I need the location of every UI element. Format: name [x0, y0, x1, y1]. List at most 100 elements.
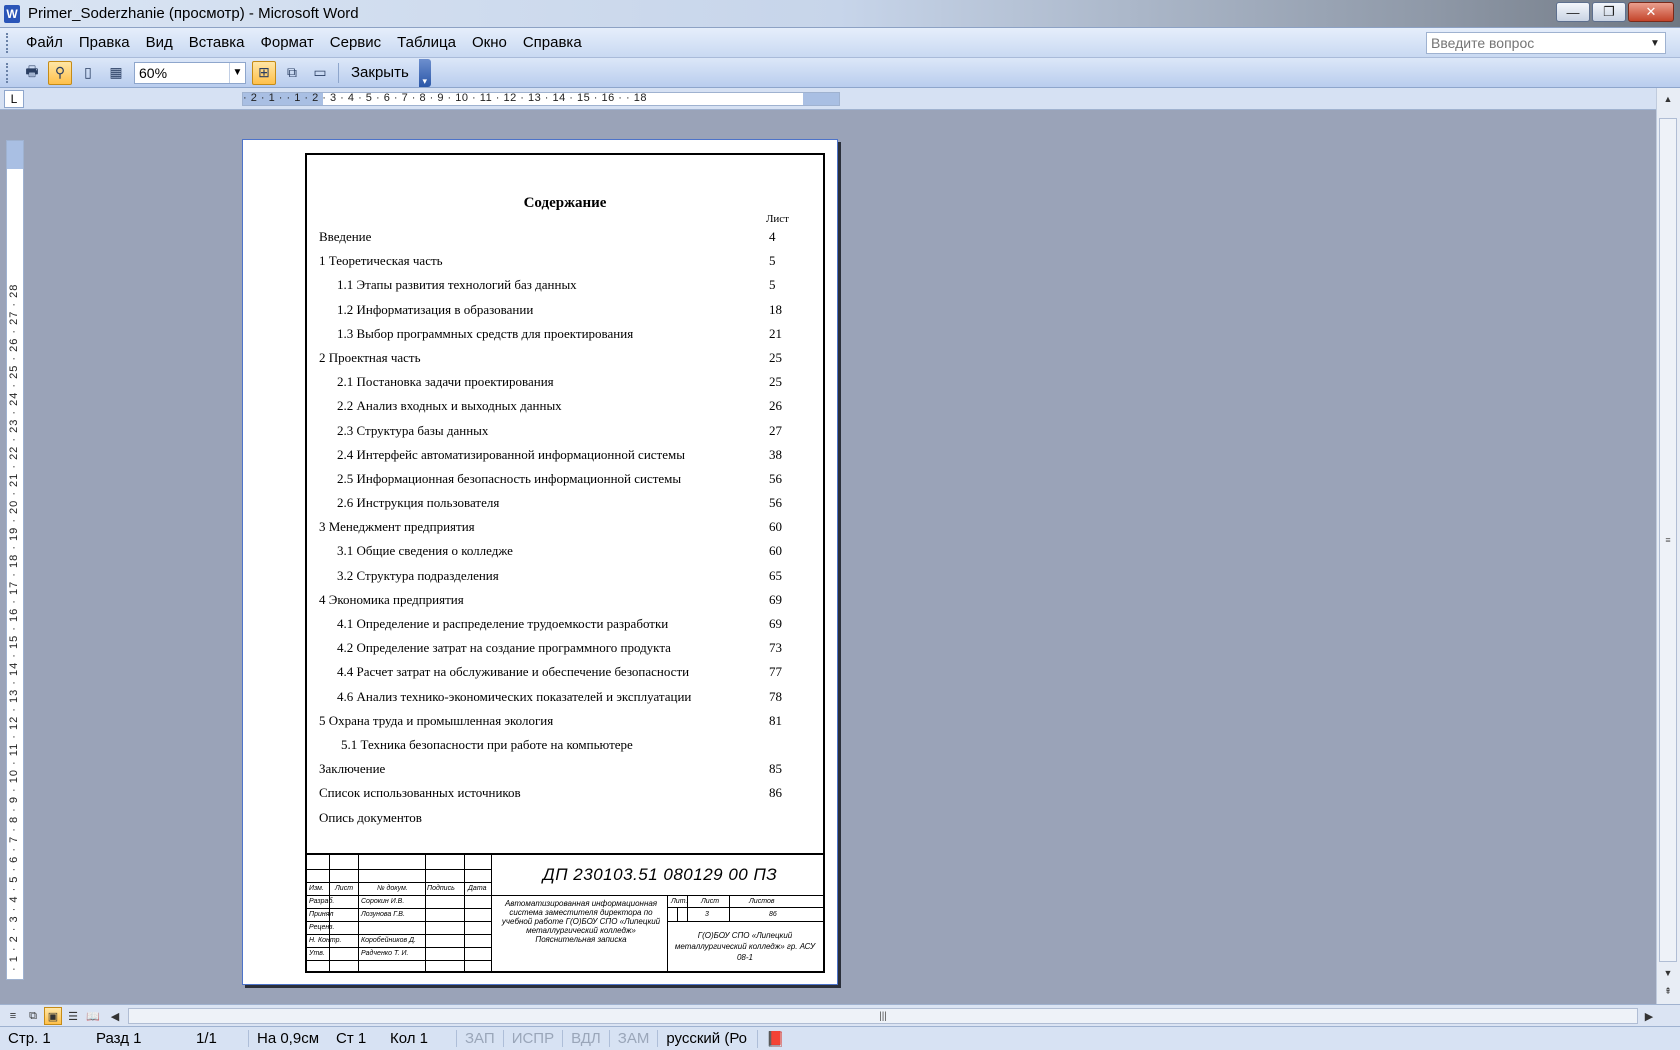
shrink-to-fit-icon[interactable]: ⧉ — [280, 61, 304, 85]
toc-entry: Опись документов — [319, 808, 799, 832]
toc-entry-title: 5 Охрана труда и промышленная экология — [319, 712, 554, 728]
word-icon: W — [4, 4, 20, 23]
toc-entry: Заключение 85 — [319, 759, 799, 783]
status-pages: 1/1 — [196, 1030, 217, 1047]
menu-help[interactable]: Справка — [515, 34, 590, 51]
toc-entry: 1.3 Выбор программных средств для проект… — [319, 324, 799, 348]
toc-entry-page: 27 — [769, 422, 782, 438]
help-search-input[interactable] — [1427, 35, 1647, 51]
toc-entry: 2.2 Анализ входных и выходных данных 26 — [319, 396, 799, 420]
toc-entry-page: 69 — [769, 591, 782, 607]
full-screen-icon[interactable]: ▭ — [308, 61, 332, 85]
menu-view[interactable]: Вид — [138, 34, 181, 51]
zoom-select[interactable]: 60% ▼ — [134, 61, 246, 84]
stamp-nkontr: Н. Контр. — [309, 937, 342, 944]
toc-entry-title: 4 Экономика предприятия — [319, 591, 464, 607]
stamp-lit: Лит. — [671, 898, 688, 905]
toc-entry: 1.1 Этапы развития технологий баз данных… — [319, 275, 799, 299]
close-preview-button[interactable]: Закрыть — [343, 61, 417, 85]
stamp-utv: Утв. — [309, 950, 325, 957]
toc-entry-page: 65 — [769, 567, 782, 583]
scroll-up-icon[interactable]: ▲ — [1659, 90, 1677, 108]
toc-entry: 4.2 Определение затрат на создание прогр… — [319, 638, 799, 662]
view-ruler-icon[interactable]: ⊞ — [252, 60, 276, 85]
toc-entry-page: 73 — [769, 640, 782, 656]
toc-entry-title: 1.2 Информатизация в образовании — [337, 301, 534, 317]
document-code: ДП 230103.51 080129 00 ПЗ — [542, 865, 778, 884]
toc-entry-page: 86 — [769, 785, 782, 801]
toc-entry: 5.1 Техника безопасности при работе на к… — [319, 735, 799, 759]
toc-entry: 4.1 Определение и распределение трудоемк… — [319, 614, 799, 638]
toc-entry-title: 4.6 Анализ технико-экономических показат… — [337, 688, 692, 704]
stamp-sheet-value: 3 — [705, 911, 709, 918]
stamp-date: Дата — [468, 885, 487, 892]
menu-file[interactable]: Файл — [18, 34, 71, 51]
menu-table[interactable]: Таблица — [389, 34, 464, 51]
toc-entry: 2.4 Интерфейс автоматизированной информа… — [319, 445, 799, 469]
tab-selector[interactable]: L — [4, 90, 24, 108]
menu-edit[interactable]: Правка — [71, 34, 138, 51]
toc-entry-page: 60 — [769, 519, 782, 535]
menu-tools[interactable]: Сервис — [322, 34, 389, 51]
print-layout-icon[interactable]: ▣ — [44, 1007, 62, 1025]
vertical-ruler[interactable]: · 1 · 2 · 3 · 4 · 5 · 6 · 7 · 8 · 9 · 10… — [6, 140, 24, 980]
status-language[interactable]: русский (Ро — [657, 1030, 757, 1047]
document-page[interactable]: Содержание Лист Введение 4 1 Теоретическая… — [242, 139, 838, 985]
status-record[interactable]: ЗАП — [456, 1030, 503, 1047]
spelling-status-icon[interactable]: 📕 — [757, 1029, 817, 1048]
window-title: Primer_Soderzhanie (просмотр) - Microsof… — [28, 5, 359, 22]
status-track-changes[interactable]: ИСПР — [502, 1030, 562, 1047]
vertical-scroll-thumb[interactable]: ≡ — [1659, 118, 1677, 962]
horizontal-scroll-thumb[interactable]: ||| — [128, 1008, 1638, 1024]
toolbar-grip[interactable] — [6, 62, 12, 83]
outline-view-icon[interactable]: ☰ — [64, 1007, 82, 1025]
chevron-down-icon[interactable]: ▼ — [1647, 38, 1663, 49]
toc-entry-page: 25 — [769, 349, 782, 365]
web-view-icon[interactable]: ⧉ — [24, 1007, 42, 1025]
page-frame: Содержание Лист Введение 4 1 Теоретическая… — [305, 153, 825, 973]
maximize-button[interactable]: ❐ — [1592, 2, 1626, 22]
normal-view-icon[interactable]: ≡ — [4, 1007, 22, 1025]
help-search-box[interactable]: ▼ — [1426, 32, 1666, 54]
reading-view-icon[interactable]: 📖 — [84, 1007, 102, 1025]
minimize-button[interactable]: — — [1556, 2, 1590, 22]
toc-entry: 1.2 Информатизация в образовании 18 — [319, 300, 799, 324]
toc-entry: Список использованных источников 86 — [319, 783, 799, 807]
document-area: Содержание Лист Введение 4 1 Теоретическая… — [28, 111, 1656, 1004]
previous-page-icon[interactable]: ⇞ — [1659, 982, 1677, 1000]
toc-entry-title: 4.2 Определение затрат на создание прогр… — [337, 640, 671, 656]
horizontal-ruler[interactable]: · 2 · 1 · · 1 · 2 · 3 · 4 · 5 · 6 · 7 · … — [242, 92, 840, 106]
stamp-utv-name: Радченко Т. И. — [361, 950, 409, 957]
table-of-contents: Введение 4 1 Теоретическая часть 5 1.1 Этапы… — [319, 227, 799, 832]
status-overtype[interactable]: ЗАМ — [608, 1030, 658, 1047]
print-icon[interactable]: 🖶 — [20, 61, 44, 85]
toolbar-separator — [338, 62, 339, 83]
magnifier-icon[interactable]: ⚲ — [48, 60, 72, 85]
close-window-button[interactable]: ✕ — [1628, 2, 1674, 22]
one-page-icon[interactable]: ▯ — [76, 61, 100, 85]
toc-entry-title: 1.3 Выбор программных средств для проект… — [337, 325, 634, 341]
toc-entry-title: 2.3 Структура базы данных — [337, 422, 489, 438]
menu-insert[interactable]: Вставка — [181, 34, 253, 51]
menu-format[interactable]: Формат — [252, 34, 321, 51]
toc-entry-title: Опись документов — [319, 809, 422, 825]
vertical-scrollbar[interactable]: ▲ ≡ ▼ ⇞ — [1656, 88, 1680, 1004]
scroll-right-icon[interactable]: ▶ — [1640, 1007, 1658, 1025]
toc-entry-title: 3.2 Структура подразделения — [337, 567, 499, 583]
toc-entry: Введение 4 — [319, 227, 799, 251]
multiple-pages-icon[interactable]: ▦ — [104, 61, 128, 85]
status-extend[interactable]: ВДЛ — [562, 1030, 609, 1047]
toc-entry-title: 2.2 Анализ входных и выходных данных — [337, 398, 562, 414]
toolbar-options-icon[interactable]: ▾ — [418, 58, 431, 87]
menu-grip[interactable] — [6, 32, 12, 53]
scroll-left-icon[interactable]: ◀ — [106, 1007, 124, 1025]
toc-entry-title: Заключение — [319, 761, 386, 777]
toc-entry: 2.1 Постановка задачи проектирования 25 — [319, 372, 799, 396]
chevron-down-icon[interactable]: ▼ — [229, 62, 245, 83]
toc-entry-page: 21 — [769, 325, 782, 341]
stamp-recenz: Реценз. — [309, 924, 335, 931]
zoom-value: 60% — [139, 64, 168, 81]
stamp-izm: Изм. — [309, 885, 324, 892]
menu-window[interactable]: Окно — [464, 34, 515, 51]
scroll-down-icon[interactable]: ▼ — [1659, 964, 1677, 982]
